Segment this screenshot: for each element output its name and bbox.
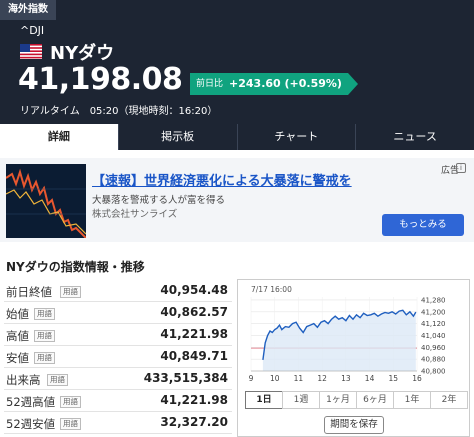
x-tick-label: 10 bbox=[270, 374, 280, 383]
ad-company: 株式会社サンライズ bbox=[92, 209, 178, 220]
tab-details[interactable]: 詳細 bbox=[0, 124, 118, 150]
info-row-low: 安値 用語 40,849.71 bbox=[4, 346, 232, 368]
category-badge: 海外指数 bbox=[0, 0, 56, 20]
ad-headline-link[interactable]: 【速報】世界経済悪化による大暴落に警戒を bbox=[92, 170, 352, 189]
glossary-tag[interactable]: 用語 bbox=[34, 308, 55, 320]
period-6m[interactable]: 6ヶ月 bbox=[356, 391, 394, 409]
info-row-open: 始値 用語 40,862.57 bbox=[4, 302, 232, 324]
change-label: 前日比 bbox=[190, 73, 228, 95]
glossary-tag[interactable]: 用語 bbox=[47, 374, 68, 386]
y-tick-label: 40,880 bbox=[421, 356, 446, 364]
info-row-high: 高値 用語 41,221.98 bbox=[4, 324, 232, 346]
info-row-prev-close: 前日終値 用語 40,954.48 bbox=[4, 280, 232, 302]
row-label: 前日終値 bbox=[6, 285, 52, 299]
x-tick-label: 12 bbox=[317, 374, 327, 383]
x-tick-label: 14 bbox=[365, 374, 375, 383]
x-tick-label: 16 bbox=[412, 374, 422, 383]
x-tick-label: 11 bbox=[294, 374, 304, 383]
ticker-symbol: ^DJI bbox=[20, 24, 45, 37]
y-tick-label: 40,960 bbox=[421, 344, 446, 352]
row-value: 41,221.98 bbox=[160, 327, 228, 341]
tab-news[interactable]: ニュース bbox=[355, 124, 474, 150]
period-2y[interactable]: 2年 bbox=[430, 391, 468, 409]
info-row-52w-high: 52週高値 用語 41,221.98 bbox=[4, 390, 232, 412]
y-tick-label: 41,280 bbox=[421, 296, 446, 304]
section-title: NYダウの指数情報・推移 bbox=[6, 260, 145, 274]
period-1w[interactable]: 1週 bbox=[282, 391, 320, 409]
x-tick-label: 9 bbox=[249, 374, 254, 383]
us-flag-icon bbox=[20, 44, 42, 59]
period-1d[interactable]: 1日 bbox=[245, 391, 283, 409]
current-price: 41,198.08 bbox=[18, 62, 183, 97]
glossary-tag[interactable]: 用語 bbox=[34, 330, 55, 342]
row-value: 40,849.71 bbox=[160, 349, 228, 363]
y-tick-label: 41,120 bbox=[421, 320, 446, 328]
quote-tabs: 詳細 掲示板 チャート ニュース bbox=[0, 124, 474, 150]
row-value: 40,954.48 bbox=[160, 283, 228, 297]
row-label: 高値 bbox=[6, 329, 29, 343]
period-1m[interactable]: 1ヶ月 bbox=[319, 391, 357, 409]
glossary-tag[interactable]: 用語 bbox=[60, 396, 81, 408]
change-badge-arrow bbox=[347, 73, 358, 95]
row-label: 始値 bbox=[6, 307, 29, 321]
ad-description: 大暴落を警戒する人が富を得る bbox=[92, 195, 226, 206]
quote-header: 海外指数 ^DJI NYダウ 41,198.08 リアルタイム 05:20（現地… bbox=[0, 0, 474, 124]
chart-timestamp: 7/17 16:00 bbox=[251, 285, 292, 294]
glossary-tag[interactable]: 用語 bbox=[60, 286, 81, 298]
save-period-button[interactable]: 期間を保存 bbox=[324, 416, 384, 434]
change-value: +243.60 (+0.59%) bbox=[227, 73, 348, 95]
info-row-volume: 出来高 用語 433,515,384 bbox=[4, 368, 232, 390]
x-tick-label: 15 bbox=[389, 374, 399, 383]
y-tick-label: 40,800 bbox=[421, 368, 446, 376]
row-value: 41,221.98 bbox=[160, 393, 228, 407]
change-badge: 前日比 +243.60 (+0.59%) bbox=[190, 73, 358, 95]
intraday-chart[interactable]: 7/17 16:00 41,280 41,200 41,120 41,040 40,96… bbox=[237, 279, 470, 389]
period-1y[interactable]: 1年 bbox=[393, 391, 431, 409]
glossary-tag[interactable]: 用語 bbox=[60, 418, 81, 430]
row-value: 32,327.20 bbox=[160, 415, 228, 429]
row-value: 433,515,384 bbox=[143, 371, 228, 385]
row-label: 出来高 bbox=[6, 373, 41, 387]
y-tick-label: 41,200 bbox=[421, 308, 446, 316]
tab-board[interactable]: 掲示板 bbox=[117, 124, 237, 150]
ad-image[interactable] bbox=[6, 164, 86, 238]
ad-info-icon[interactable]: i bbox=[456, 163, 466, 173]
row-label: 52週高値 bbox=[6, 395, 56, 409]
row-label: 52週安値 bbox=[6, 417, 56, 431]
row-label: 安値 bbox=[6, 351, 29, 365]
realtime-timestamp: リアルタイム 05:20（現地時刻：16:20） bbox=[20, 106, 218, 117]
ad-more-button[interactable]: もっとみる bbox=[382, 214, 464, 236]
info-row-52w-low: 52週安値 用語 32,327.20 bbox=[4, 412, 232, 434]
ad-banner[interactable]: 【速報】世界経済悪化による大暴落に警戒を 大暴落を警戒する人が富を得る 株式会社… bbox=[0, 158, 474, 242]
y-tick-label: 41,040 bbox=[421, 332, 446, 340]
row-value: 40,862.57 bbox=[160, 305, 228, 319]
glossary-tag[interactable]: 用語 bbox=[34, 352, 55, 364]
x-tick-label: 13 bbox=[341, 374, 351, 383]
ad-image-chart-icon bbox=[6, 168, 86, 238]
period-selector: 1日 1週 1ヶ月 6ヶ月 1年 2年 bbox=[245, 391, 468, 409]
tab-chart[interactable]: チャート bbox=[236, 124, 356, 150]
